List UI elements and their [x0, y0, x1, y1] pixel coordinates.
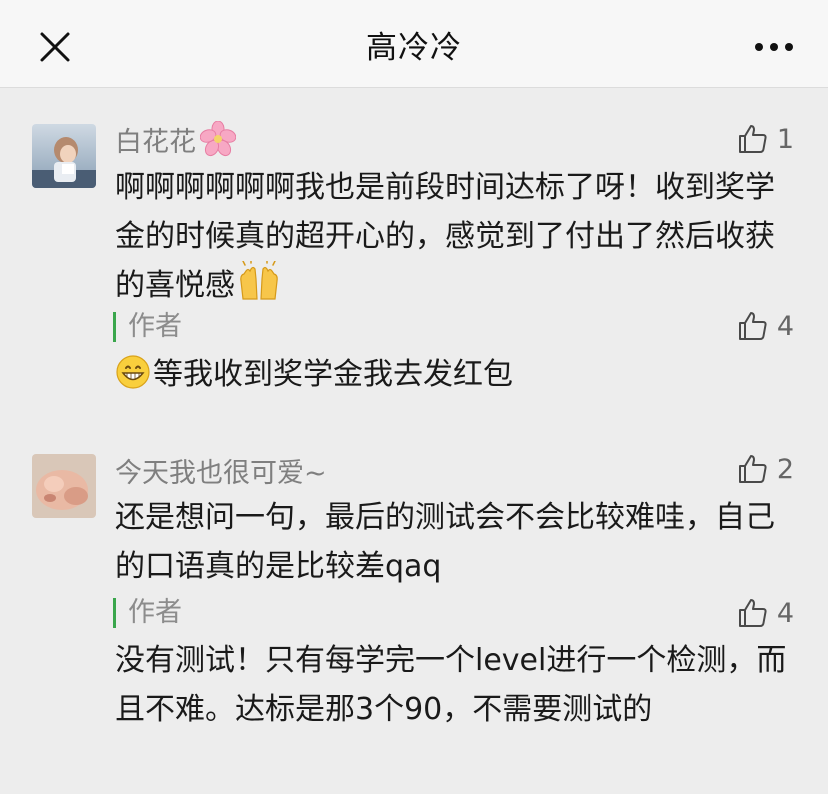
reply-text-content: 等我收到奖学金我去发红包: [153, 357, 513, 392]
raising-hands-emoji: [237, 259, 281, 316]
comment-nickname: 白花花: [115, 120, 237, 164]
reply-like-count: 4: [776, 310, 794, 342]
avatar[interactable]: [32, 124, 96, 188]
nickname-text: 白花花: [115, 127, 196, 158]
reply-like-count: 4: [776, 597, 794, 629]
top-bar: 高冷冷: [0, 0, 828, 88]
reply-like-button[interactable]: 4: [737, 310, 794, 342]
author-reply-label: 作者: [113, 312, 182, 342]
like-count: 2: [776, 453, 794, 485]
page-title: 高冷冷: [366, 30, 462, 66]
more-button[interactable]: [752, 30, 796, 64]
author-reply-label: 作者: [113, 598, 182, 628]
comment-nickname: 今天我也很可爱~: [115, 458, 327, 489]
comment-text: 还是想问一句，最后的测试会不会比较难哇，自己的口语真的是比较差qaq: [115, 500, 775, 584]
like-count: 1: [776, 123, 794, 155]
reply-like-button[interactable]: 4: [737, 597, 794, 629]
comment-text: 啊啊啊啊啊啊我也是前段时间达标了呀！收到奖学金的时候真的超开心的，感觉到了付出了…: [115, 163, 795, 316]
avatar[interactable]: [32, 454, 96, 518]
cherry-blossom-emoji: [199, 120, 237, 164]
thumbs-up-icon: [738, 125, 767, 153]
reply-text: 等我收到奖学金我去发红包: [115, 350, 795, 405]
reply-text: 没有测试！只有每学完一个level进行一个检测，而且不难。达标是那3个90，不需…: [115, 643, 787, 727]
thumbs-up-icon: [738, 312, 767, 340]
thumbs-up-icon: [738, 599, 767, 627]
more-dots-icon: [755, 43, 793, 51]
like-button[interactable]: 2: [737, 453, 794, 485]
grinning-face-emoji: [115, 354, 151, 405]
like-button[interactable]: 1: [737, 123, 794, 155]
comment-text-content: 啊啊啊啊啊啊我也是前段时间达标了呀！收到奖学金的时候真的超开心的，感觉到了付出了…: [115, 170, 775, 303]
thumbs-up-icon: [738, 455, 767, 483]
